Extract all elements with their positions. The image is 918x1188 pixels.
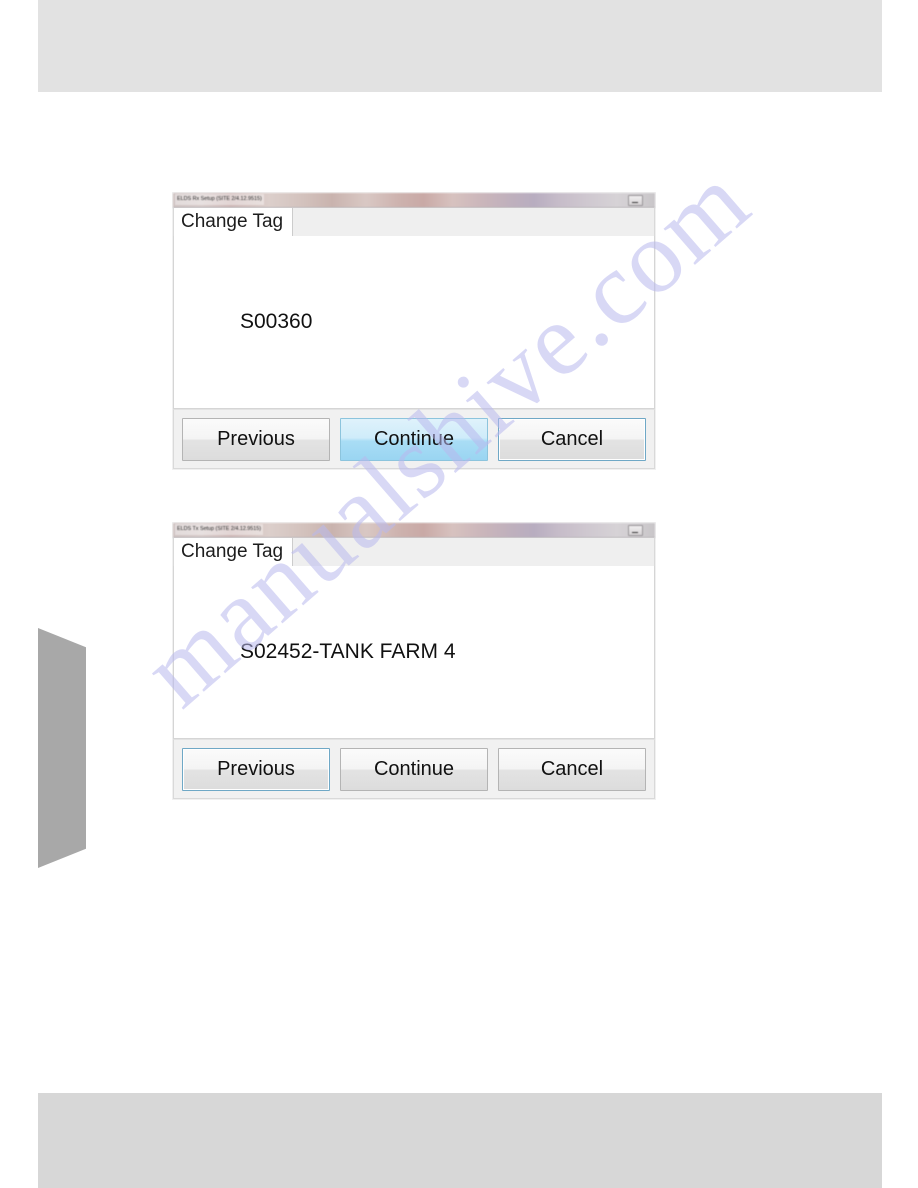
cancel-button[interactable]: Cancel: [498, 417, 646, 461]
titlebar[interactable]: ELDS Rx Setup (SITE 2/4.12.9515): [173, 193, 655, 208]
minimize-icon[interactable]: [628, 525, 643, 536]
button-bar: Previous Continue Cancel: [173, 739, 655, 799]
titlebar-title: ELDS Rx Setup (SITE 2/4.12.9515): [175, 194, 264, 205]
tab-label: Change Tag: [181, 541, 284, 562]
dialog-window-tx-setup: ELDS Tx Setup (SITE 2/4.12.9515) Change …: [173, 523, 655, 799]
tab-change-tag[interactable]: Change Tag: [174, 538, 294, 566]
tag-value: S02452-TANK FARM 4: [240, 640, 456, 663]
minimize-icon[interactable]: [628, 195, 643, 206]
titlebar-title: ELDS Tx Setup (SITE 2/4.12.9515): [175, 524, 264, 535]
titlebar[interactable]: ELDS Tx Setup (SITE 2/4.12.9515): [173, 523, 655, 538]
page-header-band: [38, 0, 882, 92]
tag-value: S00360: [240, 310, 313, 333]
content-pane: S00360: [173, 236, 655, 409]
tabstrip: Change Tag: [173, 208, 655, 236]
tab-label: Change Tag: [181, 211, 284, 232]
content-pane: S02452-TANK FARM 4: [173, 566, 655, 739]
cancel-button[interactable]: Cancel: [498, 747, 646, 791]
continue-button[interactable]: Continue: [340, 747, 488, 791]
button-bar: Previous Continue Cancel: [173, 409, 655, 469]
page-footer-band: [38, 1093, 882, 1188]
tabstrip: Change Tag: [173, 538, 655, 566]
page-curl-tab: [38, 628, 86, 868]
previous-button[interactable]: Previous: [182, 417, 330, 461]
dialog-window-rx-setup: ELDS Rx Setup (SITE 2/4.12.9515) Change …: [173, 193, 655, 469]
continue-button[interactable]: Continue: [340, 417, 488, 461]
previous-button[interactable]: Previous: [182, 747, 330, 791]
tab-change-tag[interactable]: Change Tag: [174, 208, 294, 236]
